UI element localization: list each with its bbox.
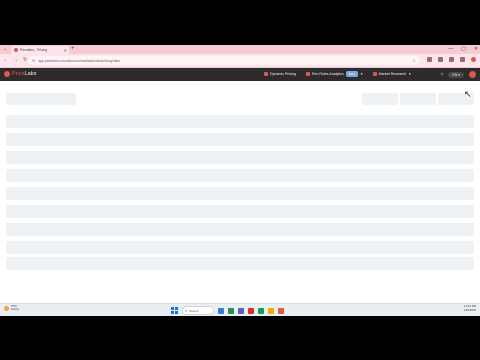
brand-logo[interactable]: PriceLabs: [4, 71, 36, 77]
nav-dynamic-pricing[interactable]: Dynamic Pricing: [264, 72, 296, 76]
app-icon[interactable]: [228, 307, 234, 314]
mouse-cursor-icon: ↖: [464, 89, 472, 99]
chevron-down-icon[interactable]: ▾: [409, 72, 411, 76]
skeleton-title: [6, 93, 76, 105]
skeleton-row: [6, 187, 474, 200]
tab-search-icon[interactable]: ⌄: [3, 46, 7, 52]
favicon-icon: [14, 48, 18, 52]
extension-icon[interactable]: [427, 57, 432, 62]
sun-icon: [4, 305, 9, 311]
back-icon[interactable]: ←: [3, 57, 8, 63]
folder-icon[interactable]: [268, 307, 274, 314]
new-tab-button[interactable]: +: [71, 46, 75, 52]
nav-rev-rules-analytics[interactable]: Rev Rules Analytics Beta ▾: [305, 71, 363, 77]
tab-strip: ⌄ Pricelabs - Pricing ✕ + — ▢ ✕: [0, 45, 480, 54]
browser-window: ⌄ Pricelabs - Pricing ✕ + — ▢ ✕ ← → ↻ ⊙ …: [0, 45, 480, 315]
address-bar-row: ← → ↻ ⊙ app.pricelabs.co/customers/multi…: [0, 54, 480, 68]
tag-icon: [264, 72, 268, 76]
skeleton-button: [400, 93, 436, 105]
close-window-button[interactable]: ✕: [474, 46, 478, 52]
bookmark-star-icon[interactable]: ☆: [412, 58, 416, 64]
nav-market-research-label: Market Research: [378, 72, 407, 76]
skeleton-row: [6, 169, 474, 182]
chrome-icon[interactable]: [278, 307, 284, 314]
beta-badge: Beta: [345, 71, 358, 77]
app-icon[interactable]: [258, 307, 264, 314]
reload-icon[interactable]: ↻: [23, 57, 27, 63]
chevron-down-icon[interactable]: ▾: [361, 72, 363, 76]
nav-rev-rules-label: Rev Rules Analytics: [311, 72, 344, 76]
extension-icon[interactable]: [438, 57, 443, 62]
nav-buttons: ← → ↻: [3, 57, 27, 63]
sidebar-icon[interactable]: [460, 57, 465, 62]
app-icon[interactable]: [238, 307, 244, 314]
logo-icon: [4, 71, 10, 77]
site-info-icon[interactable]: ⊙: [32, 58, 35, 63]
language-selector[interactable]: EN ▾: [448, 71, 464, 78]
language-label: EN: [452, 72, 458, 77]
windows-start-icon[interactable]: [171, 307, 178, 314]
skeleton-row: [6, 241, 474, 254]
address-bar[interactable]: ⊙ app.pricelabs.co/customers/multicalend…: [28, 56, 420, 65]
window-controls: — ▢ ✕: [448, 46, 478, 52]
skeleton-row: [6, 151, 474, 164]
address-url[interactable]: app.pricelabs.co/customers/multicalendar…: [38, 59, 120, 63]
search-icon: ⌕: [185, 308, 188, 313]
grid-icon: [372, 72, 377, 76]
skeleton-row: [6, 223, 474, 236]
close-tab-icon[interactable]: ✕: [64, 48, 67, 53]
profile-icon[interactable]: [471, 57, 476, 62]
task-view-icon[interactable]: [218, 307, 224, 314]
help-icon[interactable]: ?: [441, 72, 444, 77]
app-icon[interactable]: [248, 307, 254, 314]
extensions-area: [427, 57, 476, 62]
clock-date: 1/24/2024: [463, 307, 476, 312]
search-placeholder: Search: [189, 308, 199, 313]
skeleton-row: [6, 115, 474, 128]
taskbar-search[interactable]: ⌕ Search: [182, 306, 214, 315]
browser-tab-active[interactable]: Pricelabs - Pricing ✕: [11, 46, 69, 54]
app-nav: Dynamic Pricing Rev Rules Analytics Beta…: [264, 71, 421, 77]
weather-widget[interactable]: 75°F Sunny: [4, 304, 19, 312]
header-controls: ? EN ▾: [441, 71, 476, 78]
system-tray-clock[interactable]: 12:51 PM 1/24/2024: [463, 304, 476, 312]
forward-icon[interactable]: →: [13, 57, 18, 63]
taskbar-apps: ⌕ Search: [171, 306, 284, 315]
taskbar: 75°F Sunny ⌕ Search 12:51 PM 1/24/2024: [0, 303, 480, 316]
weather-desc: Sunny: [11, 307, 19, 312]
nav-dynamic-pricing-label: Dynamic Pricing: [270, 72, 296, 76]
brand-name: PriceLabs: [12, 71, 37, 77]
skeleton-button: [362, 93, 398, 105]
avatar[interactable]: [469, 71, 476, 78]
tab-title: Pricelabs - Pricing: [20, 48, 48, 52]
maximize-button[interactable]: ▢: [461, 46, 466, 52]
app-header: PriceLabs Dynamic Pricing Rev Rules Anal…: [0, 68, 480, 81]
extension-icon[interactable]: [449, 57, 454, 62]
skeleton-row: [6, 133, 474, 146]
skeleton-row: [6, 205, 474, 218]
minimize-button[interactable]: —: [448, 46, 453, 52]
chart-icon: [305, 72, 310, 76]
skeleton-row: [6, 257, 474, 270]
nav-market-research[interactable]: Market Research ▾: [372, 72, 411, 76]
